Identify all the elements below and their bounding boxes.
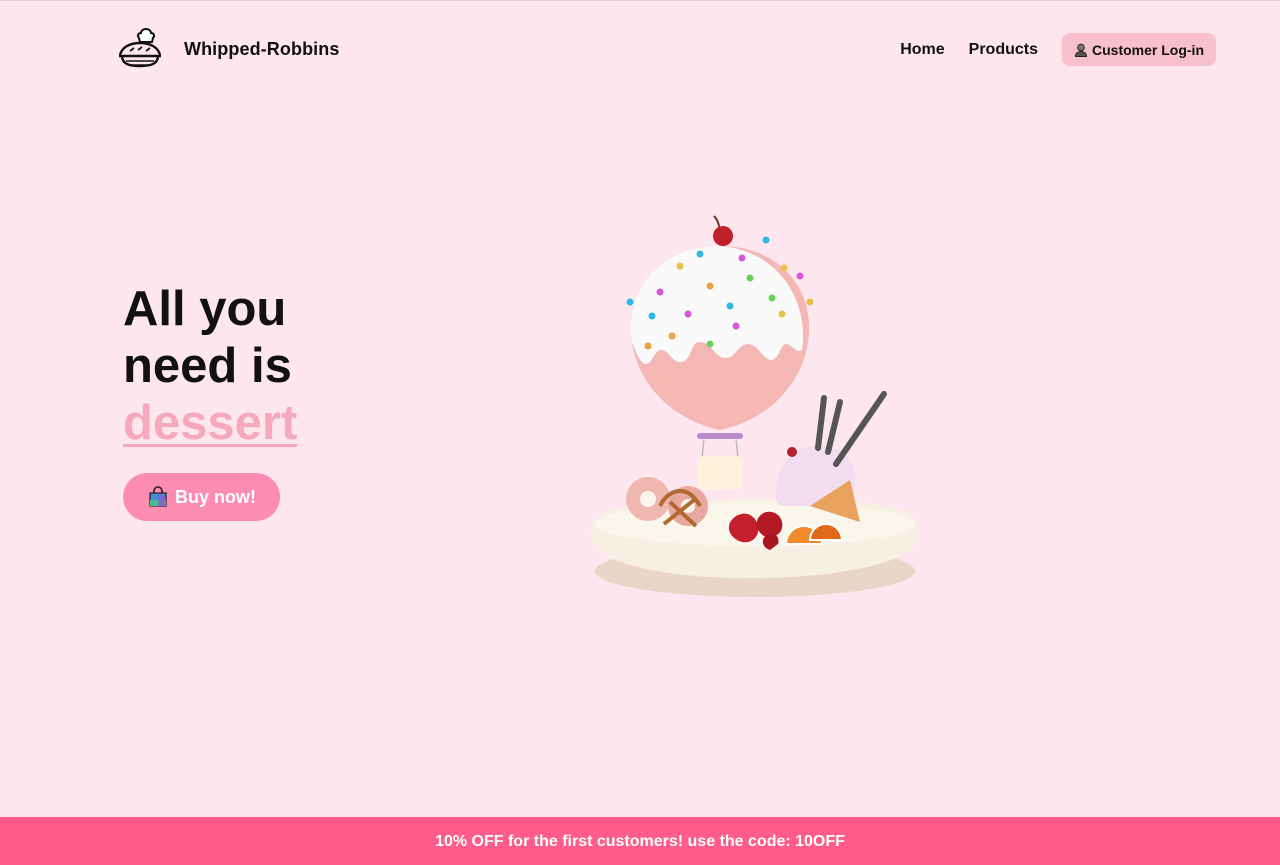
promo-banner: 10% OFF for the first customers! use the…: [0, 817, 1280, 865]
nav-products-link[interactable]: Products: [969, 41, 1038, 59]
page: Whipped-Robbins Home Products Customer L…: [0, 0, 1280, 865]
buy-now-label: Buy now!: [175, 486, 256, 507]
site-header: Whipped-Robbins Home Products Customer L…: [0, 1, 1280, 97]
hero-line-2: need is: [123, 339, 292, 393]
shopping-bag-icon: [149, 486, 167, 507]
hero-accent-word[interactable]: dessert: [123, 395, 297, 452]
brand-name: Whipped-Robbins: [184, 38, 340, 59]
person-icon: [1074, 43, 1088, 57]
pie-chef-hat-icon: [118, 27, 162, 68]
nav-home-link[interactable]: Home: [900, 41, 944, 59]
hero-heading: All you need is dessert: [123, 281, 297, 452]
promo-text: 10% OFF for the first customers! use the…: [435, 832, 845, 850]
main-nav: Home Products Customer Log-in: [900, 33, 1216, 66]
buy-now-button[interactable]: Buy now!: [123, 473, 280, 521]
customer-login-button[interactable]: Customer Log-in: [1062, 33, 1216, 66]
brand[interactable]: Whipped-Robbins: [116, 25, 339, 73]
hot-air-balloon-dessert-illustration: [589, 215, 919, 597]
hero-line-1: All you: [123, 282, 287, 336]
customer-login-label: Customer Log-in: [1092, 41, 1204, 58]
